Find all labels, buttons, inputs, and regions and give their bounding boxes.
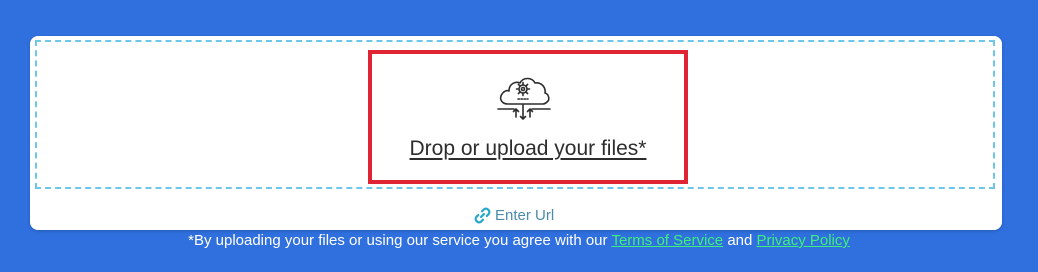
terms-note-prefix: *By uploading your files or using our se…: [188, 232, 608, 249]
upload-card: Drop or upload your files* Enter Url: [30, 36, 1002, 230]
terms-of-service-link[interactable]: Terms of Service: [611, 232, 723, 249]
privacy-policy-link[interactable]: Privacy Policy: [757, 232, 850, 249]
file-dropzone[interactable]: Drop or upload your files*: [35, 40, 995, 189]
highlight-box: Drop or upload your files*: [368, 50, 688, 184]
cloud-settings-icon: [497, 77, 551, 120]
enter-url-label: Enter Url: [495, 206, 555, 224]
upload-files-button[interactable]: Drop or upload your files*: [372, 54, 684, 180]
link-icon: [474, 207, 491, 223]
terms-note: *By uploading your files or using our se…: [0, 232, 1038, 249]
enter-url-button[interactable]: Enter Url: [474, 205, 554, 225]
upload-label[interactable]: Drop or upload your files*: [372, 137, 684, 161]
terms-note-conjunction: and: [727, 232, 753, 249]
